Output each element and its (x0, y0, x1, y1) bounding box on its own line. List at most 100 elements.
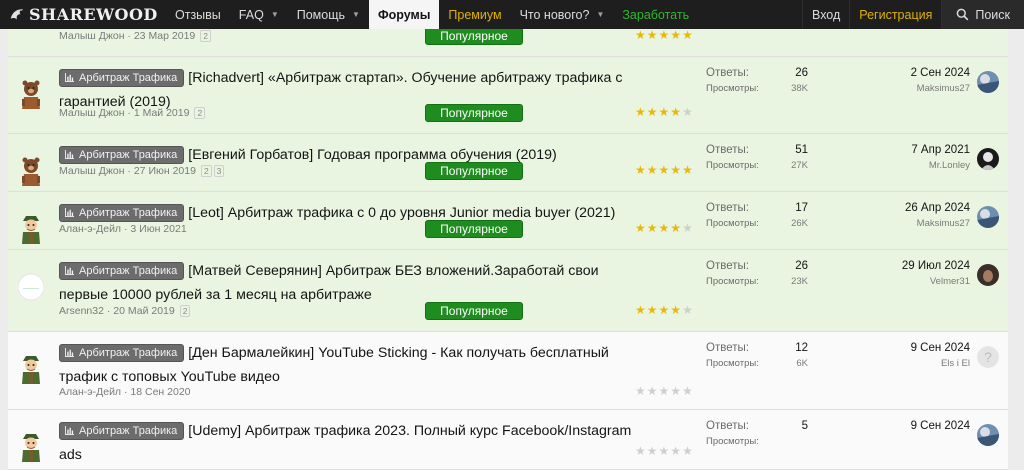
category-prefix-label[interactable]: Арбитраж Трафика (59, 422, 185, 440)
thread-title[interactable]: Арбитраж Трафика [Ден Бармалейкин] YouTub… (59, 342, 639, 389)
nav-item[interactable]: Премиум (439, 0, 510, 29)
chevron-down-icon[interactable]: ▼ (271, 10, 279, 19)
star-icon: ★ (658, 384, 671, 398)
thread-title-text[interactable]: [Евгений Горбатов] Годовая программа обу… (188, 147, 556, 163)
star-icon: ★ (670, 303, 683, 317)
star-icon: ★ (646, 163, 659, 177)
nav-item[interactable]: Отзывы (166, 0, 230, 29)
login-link[interactable]: Вход (802, 0, 849, 29)
thread-title[interactable]: Арбитраж Трафика [Матвей Северянин] Арбит… (59, 260, 639, 307)
reply-count: 26 (795, 67, 808, 79)
bar-chart-icon (65, 426, 74, 435)
category-prefix-label[interactable]: Арбитраж Трафика (59, 204, 185, 222)
last-post-user[interactable]: Mr.Lonley (860, 160, 970, 171)
category-prefix-text: Арбитраж Трафика (79, 207, 178, 219)
popular-badge: Популярное (425, 27, 523, 45)
thread-meta: Алан-э-Дейл · 18 Сен 2020 (59, 386, 191, 398)
last-poster-avatar[interactable] (977, 424, 999, 446)
last-poster-avatar[interactable] (977, 264, 999, 286)
page-link[interactable]: 2 (200, 30, 211, 42)
register-link[interactable]: Регистрация (849, 0, 941, 29)
thread-author[interactable]: Малыш Джон (59, 165, 125, 177)
last-post-date[interactable]: 7 Апр 2021 (860, 144, 970, 156)
star-icon: ★ (682, 28, 694, 42)
thread-start-date[interactable]: 23 Мар 2019 (134, 30, 195, 42)
thread-row: Арбитраж Трафика [Ден Бармалейкин] YouTub… (8, 332, 1008, 410)
page-link[interactable]: 2 (194, 107, 206, 119)
last-poster-avatar[interactable] (977, 71, 999, 93)
thread-start-date[interactable]: 3 Июн 2021 (130, 223, 186, 235)
thread-author[interactable]: Малыш Джон (59, 107, 125, 119)
thread-start-date[interactable]: 20 Май 2019 (113, 305, 174, 317)
thread-author[interactable]: Arsenn32 (59, 305, 104, 317)
views-label: Просмотры: (706, 436, 759, 447)
chevron-down-icon[interactable]: ▼ (352, 10, 360, 19)
author-avatar[interactable] (18, 352, 44, 386)
rating-stars: ★★★★★ (635, 444, 694, 458)
popular-badge: Популярное (425, 104, 523, 122)
author-avatar[interactable] (18, 154, 44, 188)
category-prefix-label[interactable]: Арбитраж Трафика (59, 69, 185, 87)
thread-start-date[interactable]: 27 Июн 2019 (134, 165, 196, 177)
search-button[interactable]: Поиск (941, 0, 1024, 29)
author-avatar[interactable] (18, 77, 44, 111)
thread-title[interactable]: Арбитраж Трафика [Leot] Арбитраж трафика … (59, 202, 639, 226)
nav-item-label: Форумы (377, 7, 431, 22)
last-post-user[interactable]: Els i El (860, 358, 970, 369)
nav-item[interactable]: Форумы (368, 0, 440, 29)
view-count: 6K (796, 358, 808, 369)
author-avatar[interactable] (18, 430, 44, 464)
page-link[interactable]: 2 (179, 305, 191, 317)
last-post-date[interactable]: 9 Сен 2024 (860, 342, 970, 354)
last-poster-avatar[interactable]: ? (977, 346, 999, 368)
reply-count: 5 (801, 420, 808, 432)
last-post-date[interactable]: 26 Апр 2024 (860, 202, 970, 214)
rating-stars: ★★★★★ (635, 384, 694, 398)
category-prefix-label[interactable]: Арбитраж Трафика (59, 262, 185, 280)
nav-item[interactable]: Что нового? ▼ (511, 0, 614, 29)
chevron-down-icon[interactable]: ▼ (596, 10, 604, 19)
thread-author[interactable]: Алан-э-Дейл (59, 223, 121, 235)
thread-author[interactable]: Алан-э-Дейл (59, 386, 121, 398)
last-post-date[interactable]: 2 Сен 2024 (860, 67, 970, 79)
nav-item[interactable]: FAQ ▼ (230, 0, 288, 29)
star-icon: ★ (658, 28, 671, 42)
last-post-user[interactable]: Maksimus27 (860, 83, 970, 94)
star-icon: ★ (646, 384, 659, 398)
page-link[interactable]: 3 (213, 165, 225, 177)
thread-title-text[interactable]: [Leot] Арбитраж трафика с 0 до уровня Ju… (188, 205, 615, 221)
thread-title[interactable]: Арбитраж Трафика [Udemy] Арбитраж трафика… (59, 420, 639, 467)
page-link[interactable]: 2 (200, 165, 212, 177)
author-avatar[interactable]: ———— (17, 270, 45, 304)
star-icon: ★ (635, 221, 647, 235)
site-logo[interactable]: SHAREWOOD (0, 0, 166, 29)
category-prefix-label[interactable]: Арбитраж Трафика (59, 146, 185, 164)
last-post-date[interactable]: 29 Июл 2024 (860, 260, 970, 272)
top-navigation-bar: SHAREWOOD Отзывы FAQ ▼ Помощь ▼ Форумы Премиум… (0, 0, 1024, 29)
category-prefix-label[interactable]: Арбитраж Трафика (59, 344, 185, 362)
nav-item[interactable]: Помощь ▼ (288, 0, 369, 29)
author-avatar[interactable] (18, 212, 44, 246)
nav-item[interactable]: Заработать (613, 0, 698, 29)
thread-row: Арбитраж Трафика [Leot] Арбитраж трафика … (8, 192, 1008, 250)
thread-author[interactable]: Малыш Джон (59, 30, 125, 42)
star-icon: ★ (635, 384, 647, 398)
popular-badge: Популярное (425, 162, 523, 180)
thread-title[interactable]: Арбитраж Трафика [Евгений Горбатов] Годов… (59, 144, 639, 168)
view-count: 23K (791, 276, 808, 287)
thread-start-date[interactable]: 1 Май 2019 (134, 107, 190, 119)
last-post-user[interactable]: Maksimus27 (860, 218, 970, 229)
view-count: 38K (791, 83, 808, 94)
last-poster-avatar[interactable] (977, 148, 999, 170)
last-post-date[interactable]: 9 Сен 2024 (860, 420, 970, 432)
star-icon: ★ (646, 105, 659, 119)
star-icon: ★ (670, 163, 683, 177)
account-area: Вход Регистрация Поиск (802, 0, 1024, 29)
star-icon: ★ (682, 384, 694, 398)
category-prefix-text: Арбитраж Трафика (79, 265, 178, 277)
last-poster-avatar[interactable] (977, 206, 999, 228)
thread-start-date[interactable]: 18 Сен 2020 (130, 386, 190, 398)
star-icon: ★ (658, 163, 671, 177)
last-post-user[interactable]: Velmer31 (860, 276, 970, 287)
main-menu: Отзывы FAQ ▼ Помощь ▼ Форумы Премиум Что нового… (166, 0, 698, 29)
